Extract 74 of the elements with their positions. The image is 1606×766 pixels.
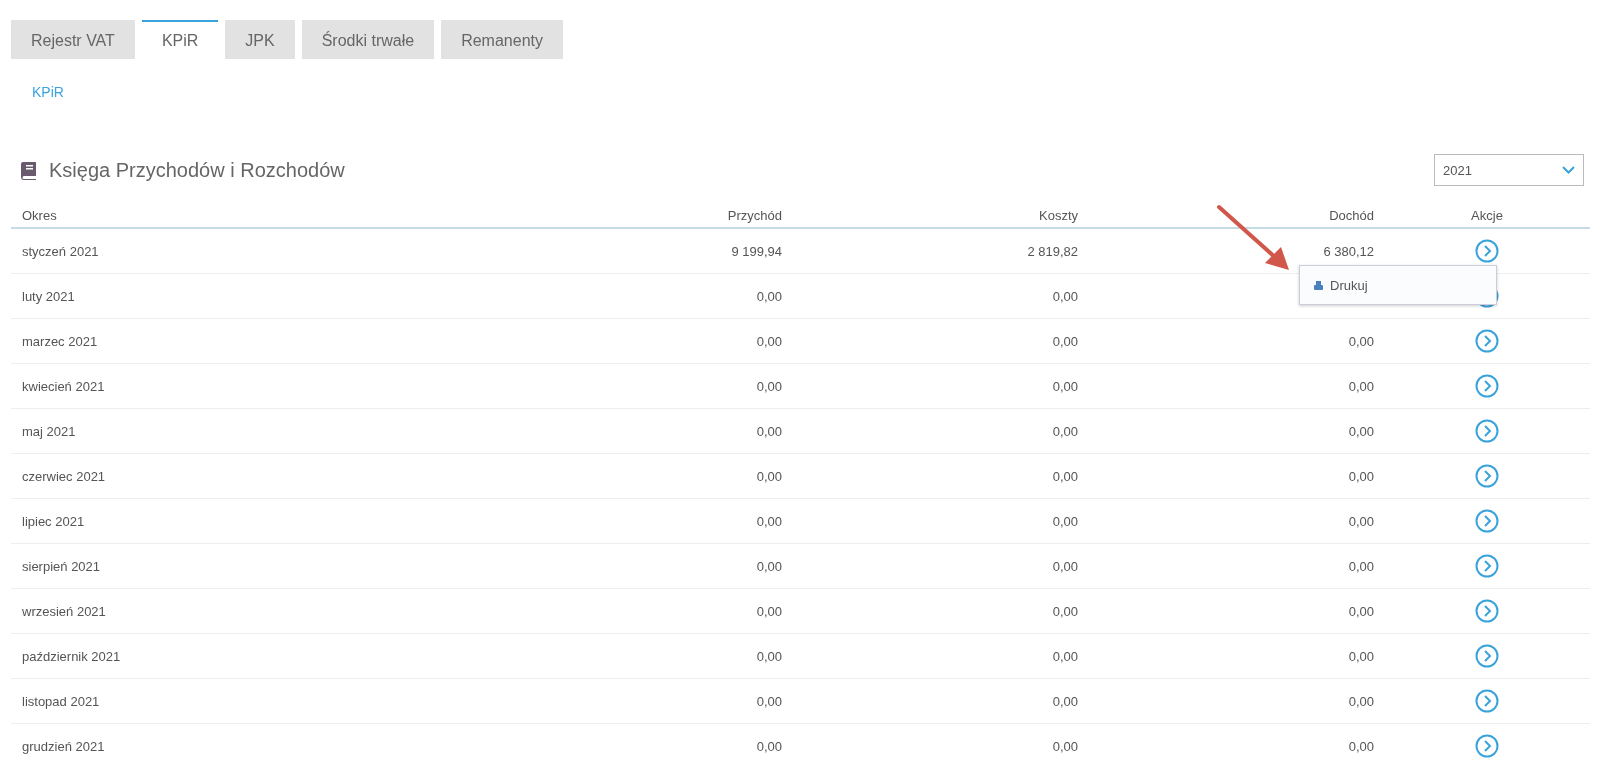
costs-cell: 0,00 — [1052, 603, 1078, 619]
breadcrumb-link[interactable]: KPiR — [32, 84, 64, 100]
column-header: Okres — [22, 207, 57, 223]
period-cell: luty 2021 — [22, 288, 75, 304]
income-cell: 0,00 — [756, 333, 782, 349]
column-header: Akcje — [1471, 207, 1503, 223]
period-cell: kwiecień 2021 — [22, 378, 105, 394]
income-cell: 0,00 — [756, 693, 782, 709]
tab[interactable]: Remanenty — [441, 20, 563, 59]
profit-cell: 0,00 — [1348, 693, 1374, 709]
costs-cell: 0,00 — [1052, 693, 1078, 709]
income-cell: 0,00 — [756, 648, 782, 664]
costs-cell: 0,00 — [1052, 513, 1078, 529]
costs-cell: 0,00 — [1052, 423, 1078, 439]
chevron-down-icon — [1562, 166, 1575, 174]
chevron-right-circle-icon[interactable] — [1475, 329, 1499, 353]
page-title: Księga Przychodów i Rozchodów — [49, 158, 345, 182]
chevron-right-circle-icon[interactable] — [1475, 734, 1499, 758]
column-header: Koszty — [1039, 207, 1078, 223]
period-cell: styczeń 2021 — [22, 243, 99, 259]
chevron-right-circle-icon[interactable] — [1475, 419, 1499, 443]
period-cell: sierpień 2021 — [22, 558, 101, 574]
chevron-right-circle-icon[interactable] — [1475, 374, 1499, 398]
costs-cell: 0,00 — [1052, 738, 1078, 754]
tab[interactable]: Środki trwałe — [301, 20, 435, 59]
income-cell: 9 199,94 — [731, 243, 782, 259]
income-cell: 0,00 — [756, 288, 782, 304]
income-cell: 0,00 — [756, 423, 782, 439]
costs-cell: 0,00 — [1052, 378, 1078, 394]
chevron-right-circle-icon[interactable] — [1475, 644, 1499, 668]
period-cell: listopad 2021 — [22, 693, 100, 709]
costs-cell: 0,00 — [1052, 558, 1078, 574]
profit-cell: 0,00 — [1348, 423, 1374, 439]
profit-cell: 0,00 — [1348, 738, 1374, 754]
chevron-right-circle-icon[interactable] — [1475, 239, 1499, 263]
costs-cell: 0,00 — [1052, 468, 1078, 484]
chevron-right-circle-icon[interactable] — [1475, 599, 1499, 623]
income-cell: 0,00 — [756, 558, 782, 574]
profit-cell: 0,00 — [1348, 333, 1374, 349]
income-cell: 0,00 — [756, 468, 782, 484]
income-cell: 0,00 — [756, 738, 782, 754]
costs-cell: 2 819,82 — [1027, 243, 1078, 259]
income-cell: 0,00 — [756, 378, 782, 394]
book-icon — [20, 160, 37, 180]
period-cell: październik 2021 — [22, 648, 121, 664]
printer-icon — [1314, 280, 1323, 290]
profit-cell: 0,00 — [1348, 468, 1374, 484]
period-cell: wrzesień 2021 — [22, 603, 106, 619]
profit-cell: 6 380,12 — [1323, 243, 1374, 259]
profit-cell: 0,00 — [1348, 378, 1374, 394]
costs-cell: 0,00 — [1052, 333, 1078, 349]
chevron-right-circle-icon[interactable] — [1475, 464, 1499, 488]
income-cell: 0,00 — [756, 603, 782, 619]
income-cell: 0,00 — [756, 513, 782, 529]
costs-cell: 0,00 — [1052, 288, 1078, 304]
year-select[interactable]: 2021 — [1434, 154, 1584, 186]
chevron-right-circle-icon[interactable] — [1475, 554, 1499, 578]
profit-cell: 0,00 — [1348, 648, 1374, 664]
period-cell: grudzień 2021 — [22, 738, 105, 754]
chevron-right-circle-icon[interactable] — [1475, 689, 1499, 713]
period-cell: marzec 2021 — [22, 333, 98, 349]
costs-cell: 0,00 — [1052, 648, 1078, 664]
column-header: Przychód — [727, 207, 782, 223]
tab[interactable]: Rejestr VAT — [11, 20, 135, 59]
profit-cell: 0,00 — [1348, 603, 1374, 619]
print-menu-item[interactable]: Drukuj — [1300, 276, 1374, 294]
column-header: Dochód — [1329, 207, 1374, 223]
chevron-right-circle-icon[interactable] — [1475, 509, 1499, 533]
period-cell: lipiec 2021 — [22, 513, 85, 529]
tab[interactable]: JPK — [225, 20, 295, 59]
profit-cell: 0,00 — [1348, 558, 1374, 574]
period-cell: maj 2021 — [22, 423, 76, 439]
profit-cell: 0,00 — [1348, 513, 1374, 529]
period-cell: czerwiec 2021 — [22, 468, 106, 484]
